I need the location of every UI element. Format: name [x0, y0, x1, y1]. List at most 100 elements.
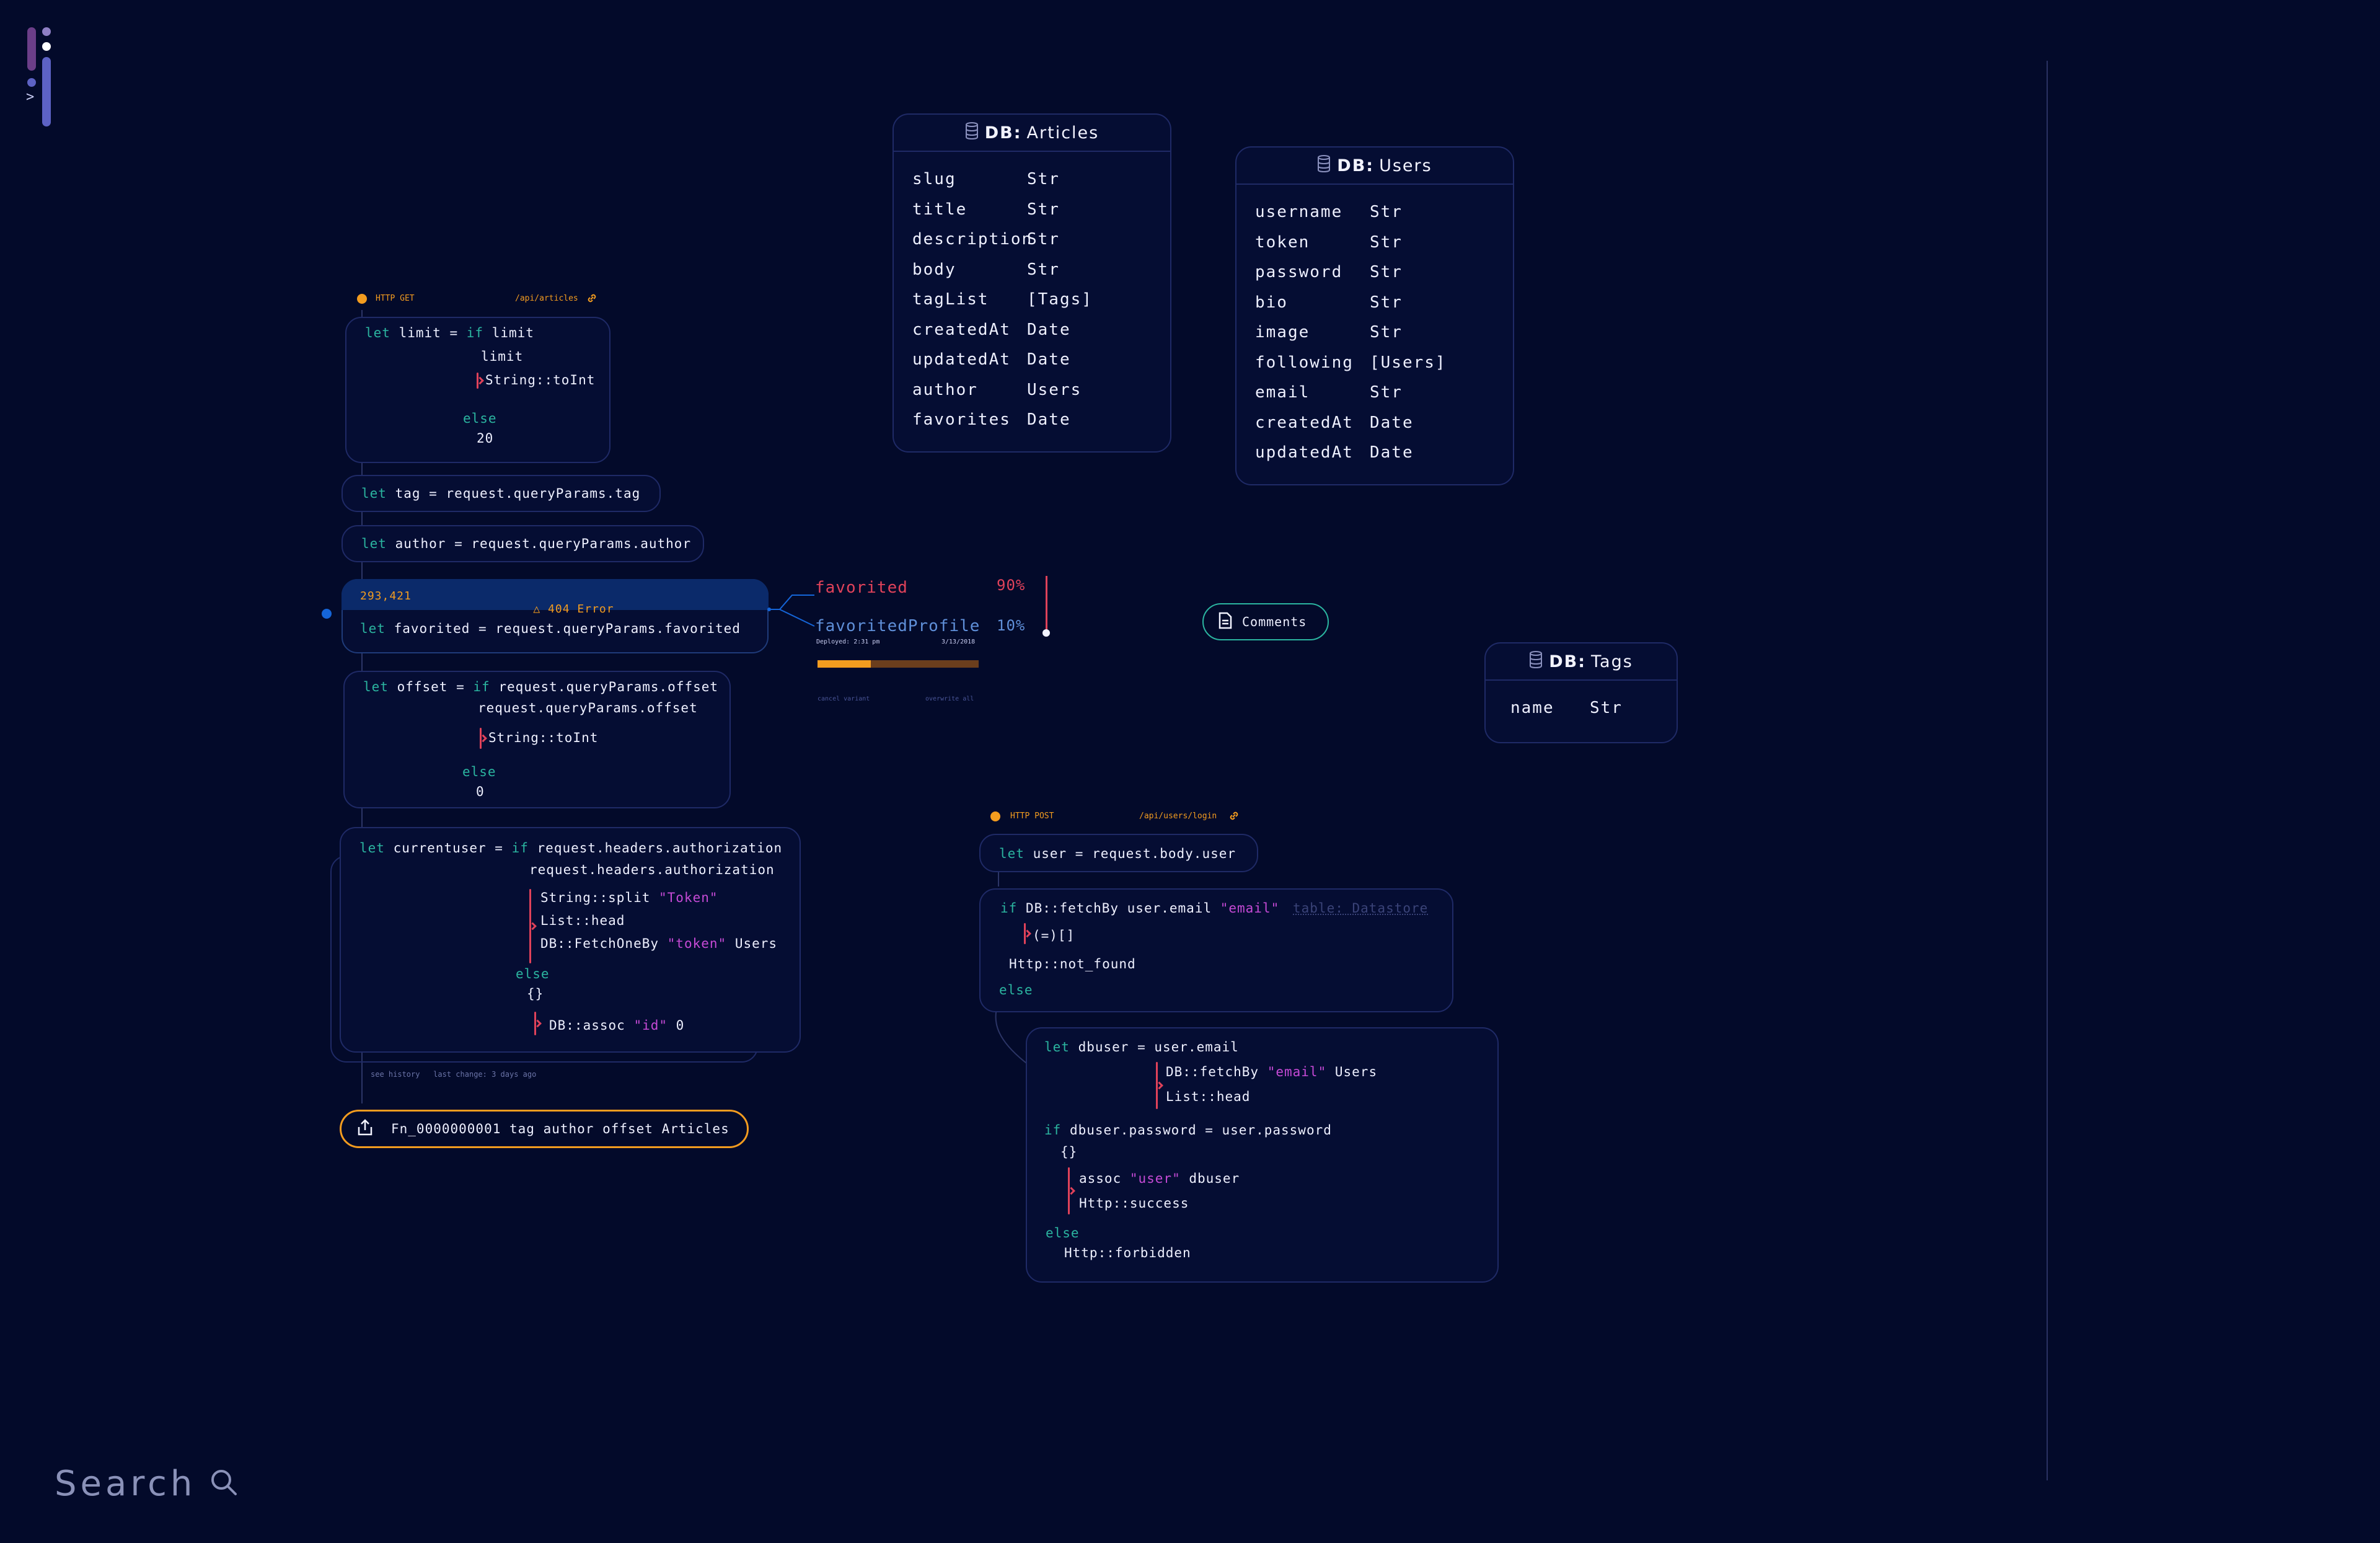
code-line: let limit = if limit: [365, 325, 534, 340]
field-type: Str: [1590, 699, 1623, 718]
field-name: bio: [1255, 293, 1288, 312]
code-line: limit: [481, 349, 524, 364]
code-line: 0: [476, 784, 485, 799]
logo-caret: >: [26, 89, 35, 105]
code-line: {}: [1060, 1144, 1078, 1159]
search-icon[interactable]: [209, 1468, 238, 1499]
code-line: 20: [477, 431, 494, 446]
let-offset-block[interactable]: let offset = if request.queryParams.offs…: [343, 671, 731, 808]
db-field-row[interactable]: createdAt Date: [1255, 408, 1513, 438]
comments-button[interactable]: Comments: [1202, 603, 1329, 640]
selection-dot[interactable]: [322, 609, 332, 619]
field-name: title: [912, 200, 967, 219]
code-line: request.headers.authorization: [529, 862, 775, 877]
db-field-row[interactable]: token Str: [1255, 228, 1513, 258]
code-keyword: else: [516, 966, 550, 981]
document-icon: [1219, 612, 1232, 632]
let-dbuser-block[interactable]: let dbuser = user.email DB::fetchBy "ema…: [1026, 1027, 1499, 1283]
code-line: Http::not_found: [1009, 957, 1136, 971]
code-line: Http::success: [1079, 1196, 1189, 1211]
field-name: email: [1255, 383, 1310, 402]
let-limit-block[interactable]: let limit = if limit limit String::toInt…: [345, 317, 610, 463]
see-history-link[interactable]: see history: [371, 1070, 420, 1079]
pipe-marker: [1156, 1062, 1158, 1109]
history-info: see history last change: 3 days ago: [371, 1070, 536, 1079]
get-handler-header[interactable]: HTTP GET /api/articles: [357, 291, 605, 306]
table-hint[interactable]: table: Datastore: [1293, 901, 1428, 916]
post-handler-header[interactable]: HTTP POST /api/users/login: [990, 809, 1251, 824]
let-favorited-block[interactable]: 293,421 △ 404 Error let favorited = requ…: [342, 579, 769, 653]
field-name: updatedAt: [912, 350, 1011, 369]
search-bar[interactable]: Search: [55, 1462, 238, 1505]
db-articles-fields: slug Str title Str description Str body Str …: [894, 152, 1170, 435]
let-user-block[interactable]: let user = request.body.user: [979, 834, 1258, 872]
route-path[interactable]: /api/articles: [515, 294, 578, 303]
db-name: Articles: [1026, 123, 1100, 143]
feature-flag[interactable]: favorited 90% favoritedProfile 10% Deplo…: [814, 573, 1050, 704]
db-field-row[interactable]: slug Str: [912, 164, 1170, 195]
field-type: Str: [1027, 170, 1060, 189]
code-line: String::toInt: [488, 730, 599, 745]
rollout-slider-handle[interactable]: [1042, 629, 1050, 637]
cancel-variant-link[interactable]: cancel variant: [818, 696, 870, 702]
field-type: Date: [1027, 350, 1071, 369]
share-icon: [356, 1118, 374, 1139]
let-author-block[interactable]: let author = request.queryParams.author: [342, 525, 704, 562]
db-field-row[interactable]: username Str: [1255, 197, 1513, 228]
db-field-row[interactable]: description Str: [912, 224, 1170, 255]
db-field-row[interactable]: author Users: [912, 375, 1170, 405]
http-method: HTTP GET: [376, 294, 415, 303]
overwrite-all-link[interactable]: overwrite all: [925, 696, 974, 702]
db-articles-card[interactable]: DB: Articles slug Str title Str descriptio…: [892, 113, 1171, 453]
comments-label: Comments: [1242, 614, 1307, 629]
db-field-row[interactable]: title Str: [912, 195, 1170, 225]
db-field-row[interactable]: following [Users]: [1255, 348, 1513, 378]
db-field-row[interactable]: updatedAt Date: [912, 345, 1170, 375]
return-function-button[interactable]: Fn_0000000001 tag author offset Articles: [340, 1110, 749, 1148]
db-field-row[interactable]: name Str: [1510, 693, 1677, 723]
db-field-row[interactable]: tagList [Tags]: [912, 285, 1170, 315]
field-type: Date: [1027, 320, 1071, 339]
return-function-label: Fn_0000000001 tag author offset Articles: [391, 1121, 729, 1136]
db-articles-header: DB: Articles: [894, 115, 1170, 152]
field-type: Str: [1027, 230, 1060, 249]
route-path[interactable]: /api/users/login: [1139, 811, 1217, 821]
code-keyword: else: [463, 411, 497, 426]
field-name: image: [1255, 323, 1310, 342]
rollout-slider-track[interactable]: [1046, 576, 1047, 633]
field-type: Date: [1370, 413, 1414, 432]
db-field-row[interactable]: body Str: [912, 255, 1170, 285]
let-tag-block[interactable]: let tag = request.queryParams.tag: [342, 475, 661, 512]
field-type: [Tags]: [1027, 290, 1093, 309]
db-field-row[interactable]: createdAt Date: [912, 315, 1170, 345]
code-line: List::head: [540, 913, 625, 928]
db-field-row[interactable]: email Str: [1255, 378, 1513, 408]
variant-b-label[interactable]: favoritedProfile: [815, 617, 980, 635]
let-currentuser-block[interactable]: let currentuser = if request.headers.aut…: [340, 827, 801, 1053]
code-line: let favorited = request.queryParams.favo…: [360, 621, 741, 636]
field-type: Str: [1370, 203, 1403, 222]
link-icon[interactable]: [1228, 810, 1240, 824]
warning-icon: △: [533, 603, 541, 616]
field-name: slug: [912, 170, 956, 189]
db-field-row[interactable]: updatedAt Date: [1255, 438, 1513, 468]
link-icon[interactable]: [586, 293, 597, 306]
code-line: let user = request.body.user: [999, 846, 1236, 861]
variant-a-label[interactable]: favorited: [815, 578, 908, 597]
db-field-row[interactable]: image Str: [1255, 317, 1513, 348]
db-field-row[interactable]: bio Str: [1255, 288, 1513, 318]
field-type: Users: [1027, 380, 1082, 399]
pipe-marker: [534, 1012, 536, 1035]
field-type: Str: [1370, 263, 1403, 282]
code-line: Http::forbidden: [1064, 1245, 1191, 1260]
code-line: {}: [527, 986, 544, 1001]
db-name: Tags: [1591, 652, 1633, 671]
search-label: Search: [55, 1463, 196, 1504]
db-field-row[interactable]: password Str: [1255, 257, 1513, 288]
db-tags-card[interactable]: DB: Tags name Str: [1484, 642, 1678, 743]
db-users-card[interactable]: DB: Users username Str token Str password S…: [1235, 146, 1514, 485]
if-fetchby-block[interactable]: if DB::fetchBy user.email "email" table:…: [979, 888, 1453, 1012]
http-method: HTTP POST: [1010, 811, 1054, 821]
db-field-row[interactable]: favorites Date: [912, 405, 1170, 435]
logo[interactable]: >: [25, 25, 56, 126]
